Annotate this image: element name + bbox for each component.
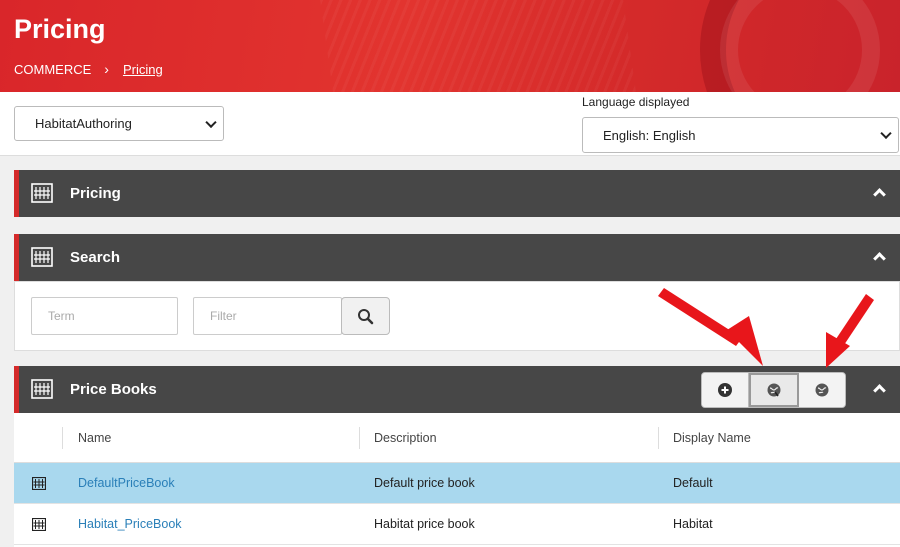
chevron-down-icon: [880, 127, 892, 140]
filter-placeholder: Filter: [210, 309, 237, 323]
page-title: Pricing: [14, 14, 106, 44]
table-row[interactable]: Habitat_PriceBook Habitat price book Hab…: [14, 504, 900, 545]
row-name-link[interactable]: DefaultPriceBook: [78, 476, 175, 490]
column-divider: [359, 427, 360, 449]
header-decoration: [317, 0, 643, 92]
page-header: Pricing COMMERCE › Pricing: [0, 0, 900, 92]
chevron-up-icon[interactable]: [873, 188, 886, 201]
table-row[interactable]: DefaultPriceBook Default price book Defa…: [14, 463, 900, 504]
price-books-table: Name Description Display Name DefaultPri…: [14, 413, 900, 547]
chevron-up-icon[interactable]: [873, 252, 886, 265]
breadcrumb-root[interactable]: COMMERCE: [14, 62, 91, 77]
panel-search-header[interactable]: Search: [14, 234, 900, 281]
add-button[interactable]: [702, 373, 749, 407]
row-description: Habitat price book: [374, 517, 475, 531]
magnifier-icon: [358, 309, 374, 325]
language-select-value: English: English: [603, 127, 696, 143]
filter-input[interactable]: Filter: [193, 297, 342, 335]
building-icon: [31, 247, 53, 267]
toolbar: HabitatAuthoring Language displayed Engl…: [0, 92, 900, 156]
breadcrumb-current[interactable]: Pricing: [123, 62, 163, 77]
search-panel-body: Term Filter: [14, 281, 900, 351]
price-books-actions: [701, 372, 846, 408]
search-button[interactable]: [341, 297, 390, 335]
column-header-display-name[interactable]: Display Name: [673, 431, 751, 445]
column-divider: [62, 427, 63, 449]
localize-button[interactable]: [749, 373, 799, 407]
globe-button[interactable]: [799, 373, 845, 407]
chevron-up-icon[interactable]: [873, 384, 886, 397]
row-name-link[interactable]: Habitat_PriceBook: [78, 517, 182, 531]
panel-title: Price Books: [70, 381, 157, 398]
row-description: Default price book: [374, 476, 475, 490]
language-select[interactable]: English: English: [582, 117, 899, 153]
globe-pin-icon: [767, 383, 781, 397]
building-icon: [31, 183, 53, 203]
column-header-name[interactable]: Name: [78, 431, 111, 445]
site-select[interactable]: HabitatAuthoring: [14, 106, 224, 141]
chevron-down-icon: [205, 116, 217, 128]
row-display-name: Default: [673, 476, 713, 490]
breadcrumb: COMMERCE › Pricing: [14, 61, 163, 77]
term-placeholder: Term: [48, 309, 75, 323]
site-select-value: HabitatAuthoring: [35, 116, 132, 131]
term-input[interactable]: Term: [31, 297, 178, 335]
panel-pricing-header[interactable]: Pricing: [14, 170, 900, 217]
table-header: Name Description Display Name: [14, 413, 900, 463]
plus-circle-icon: [718, 383, 732, 397]
header-decoration: [720, 0, 880, 92]
language-label: Language displayed: [582, 95, 690, 109]
row-display-name: Habitat: [673, 517, 713, 531]
column-divider: [658, 427, 659, 449]
panel-title: Search: [70, 249, 121, 266]
panel-title: Pricing: [70, 185, 121, 202]
globe-icon: [815, 383, 829, 397]
column-header-description[interactable]: Description: [374, 431, 437, 445]
price-book-icon: [32, 518, 46, 531]
building-icon: [31, 379, 53, 399]
breadcrumb-separator-icon: ›: [104, 61, 109, 77]
price-book-icon: [32, 477, 46, 490]
